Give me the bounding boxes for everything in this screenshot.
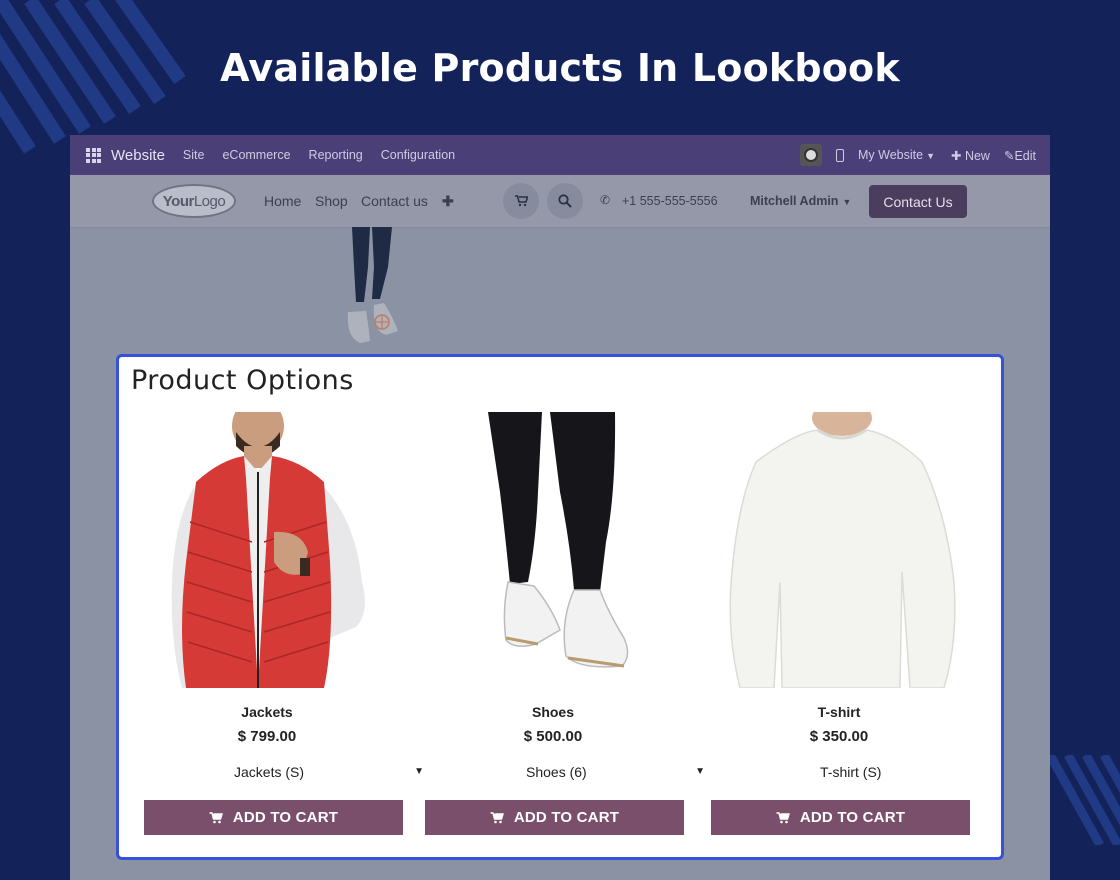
page-title: Available Products In Lookbook [220,46,900,90]
variant-select[interactable]: T-shirt (S) [696,763,986,785]
variant-value: Jackets (S) [234,764,305,780]
search-icon [558,194,572,208]
logo-bold-text: Your [162,192,195,210]
tshirt-product-image [729,412,956,688]
product-card: Shoes $ 500.00 Shoes (6) ▼ ADD TO CART [410,357,705,857]
shoes-product-image [488,412,629,668]
logo-thin-text: Logo [193,192,226,210]
menu-configuration[interactable]: Configuration [381,148,455,162]
product-price: $ 500.00 [523,728,583,745]
mobile-preview-icon[interactable] [835,148,844,162]
my-website-label: My Website [857,148,924,162]
edit-button[interactable]: ✎Edit [1004,148,1036,163]
site-logo[interactable]: Your Logo [152,184,236,218]
site-header: Your Logo Home Shop Contact us ✚ ✆ +1 555… [70,175,1050,228]
shopping-cart-icon [490,811,504,823]
contact-us-button[interactable]: Contact Us [869,185,967,218]
menu-reporting[interactable]: Reporting [309,148,363,162]
add-to-cart-label: ADD TO CART [799,809,906,826]
variant-select[interactable]: Jackets (S) ▼ [124,763,424,785]
decorative-stripes [1050,755,1120,845]
product-card: T-shirt $ 350.00 T-shirt (S) ADD TO CART [696,357,982,857]
nav-shop[interactable]: Shop [315,193,348,209]
product-name[interactable]: T-shirt [696,704,982,720]
new-label: New [964,148,990,163]
variant-value: T-shirt (S) [820,764,882,780]
product-price: $ 350.00 [809,728,869,745]
product-name[interactable]: Jackets [124,704,410,720]
jacket-product-image [171,412,365,688]
app-brand[interactable]: Website [111,147,165,164]
product-name[interactable]: Shoes [410,704,696,720]
plus-icon: ✚ [950,148,962,163]
new-button[interactable]: ✚ New [951,148,990,163]
apps-grid-icon[interactable] [86,147,101,163]
product-price: $ 799.00 [237,728,297,745]
cart-icon-button[interactable] [503,183,539,219]
shopping-cart-icon [514,195,528,207]
caret-down-icon: ▼ [926,151,935,161]
add-to-cart-label: ADD TO CART [513,809,620,826]
variant-select[interactable]: Shoes (6) ▼ [405,763,705,785]
phone-icon: ✆ [600,193,611,207]
phone-number[interactable]: +1 555-555-5556 [622,194,718,208]
add-to-cart-label: ADD TO CART [232,809,339,826]
nav-home[interactable]: Home [264,193,301,209]
add-menu-plus-icon[interactable]: ✚ [442,193,454,210]
shopping-cart-icon [209,811,223,823]
user-name: Mitchell Admin [750,194,839,208]
add-to-cart-button[interactable]: ADD TO CART [425,800,684,835]
product-options-modal: Product Options Jackets $ 799.00 Jackets… [116,354,1004,860]
variant-value: Shoes (6) [526,764,587,780]
add-to-cart-button[interactable]: ADD TO CART [144,800,403,835]
edit-label: Edit [1014,148,1036,163]
product-card: Jackets $ 799.00 Jackets (S) ▼ ADD TO CA… [124,357,424,857]
nav-contact-us[interactable]: Contact us [361,193,428,209]
lookbook-image [347,227,398,343]
pencil-icon: ✎ [1003,148,1015,163]
odoo-top-bar: Website Site eCommerce Reporting Configu… [70,135,1050,175]
menu-ecommerce[interactable]: eCommerce [222,148,290,162]
add-to-cart-button[interactable]: ADD TO CART [711,800,970,835]
my-website-dropdown[interactable]: My Website ▼ [858,148,935,162]
search-button[interactable] [547,183,583,219]
shopping-cart-icon [776,811,790,823]
user-avatar[interactable] [799,144,822,166]
menu-site[interactable]: Site [183,148,205,162]
caret-down-icon: ▼ [842,197,852,207]
user-menu[interactable]: Mitchell Admin ▼ [750,194,851,208]
